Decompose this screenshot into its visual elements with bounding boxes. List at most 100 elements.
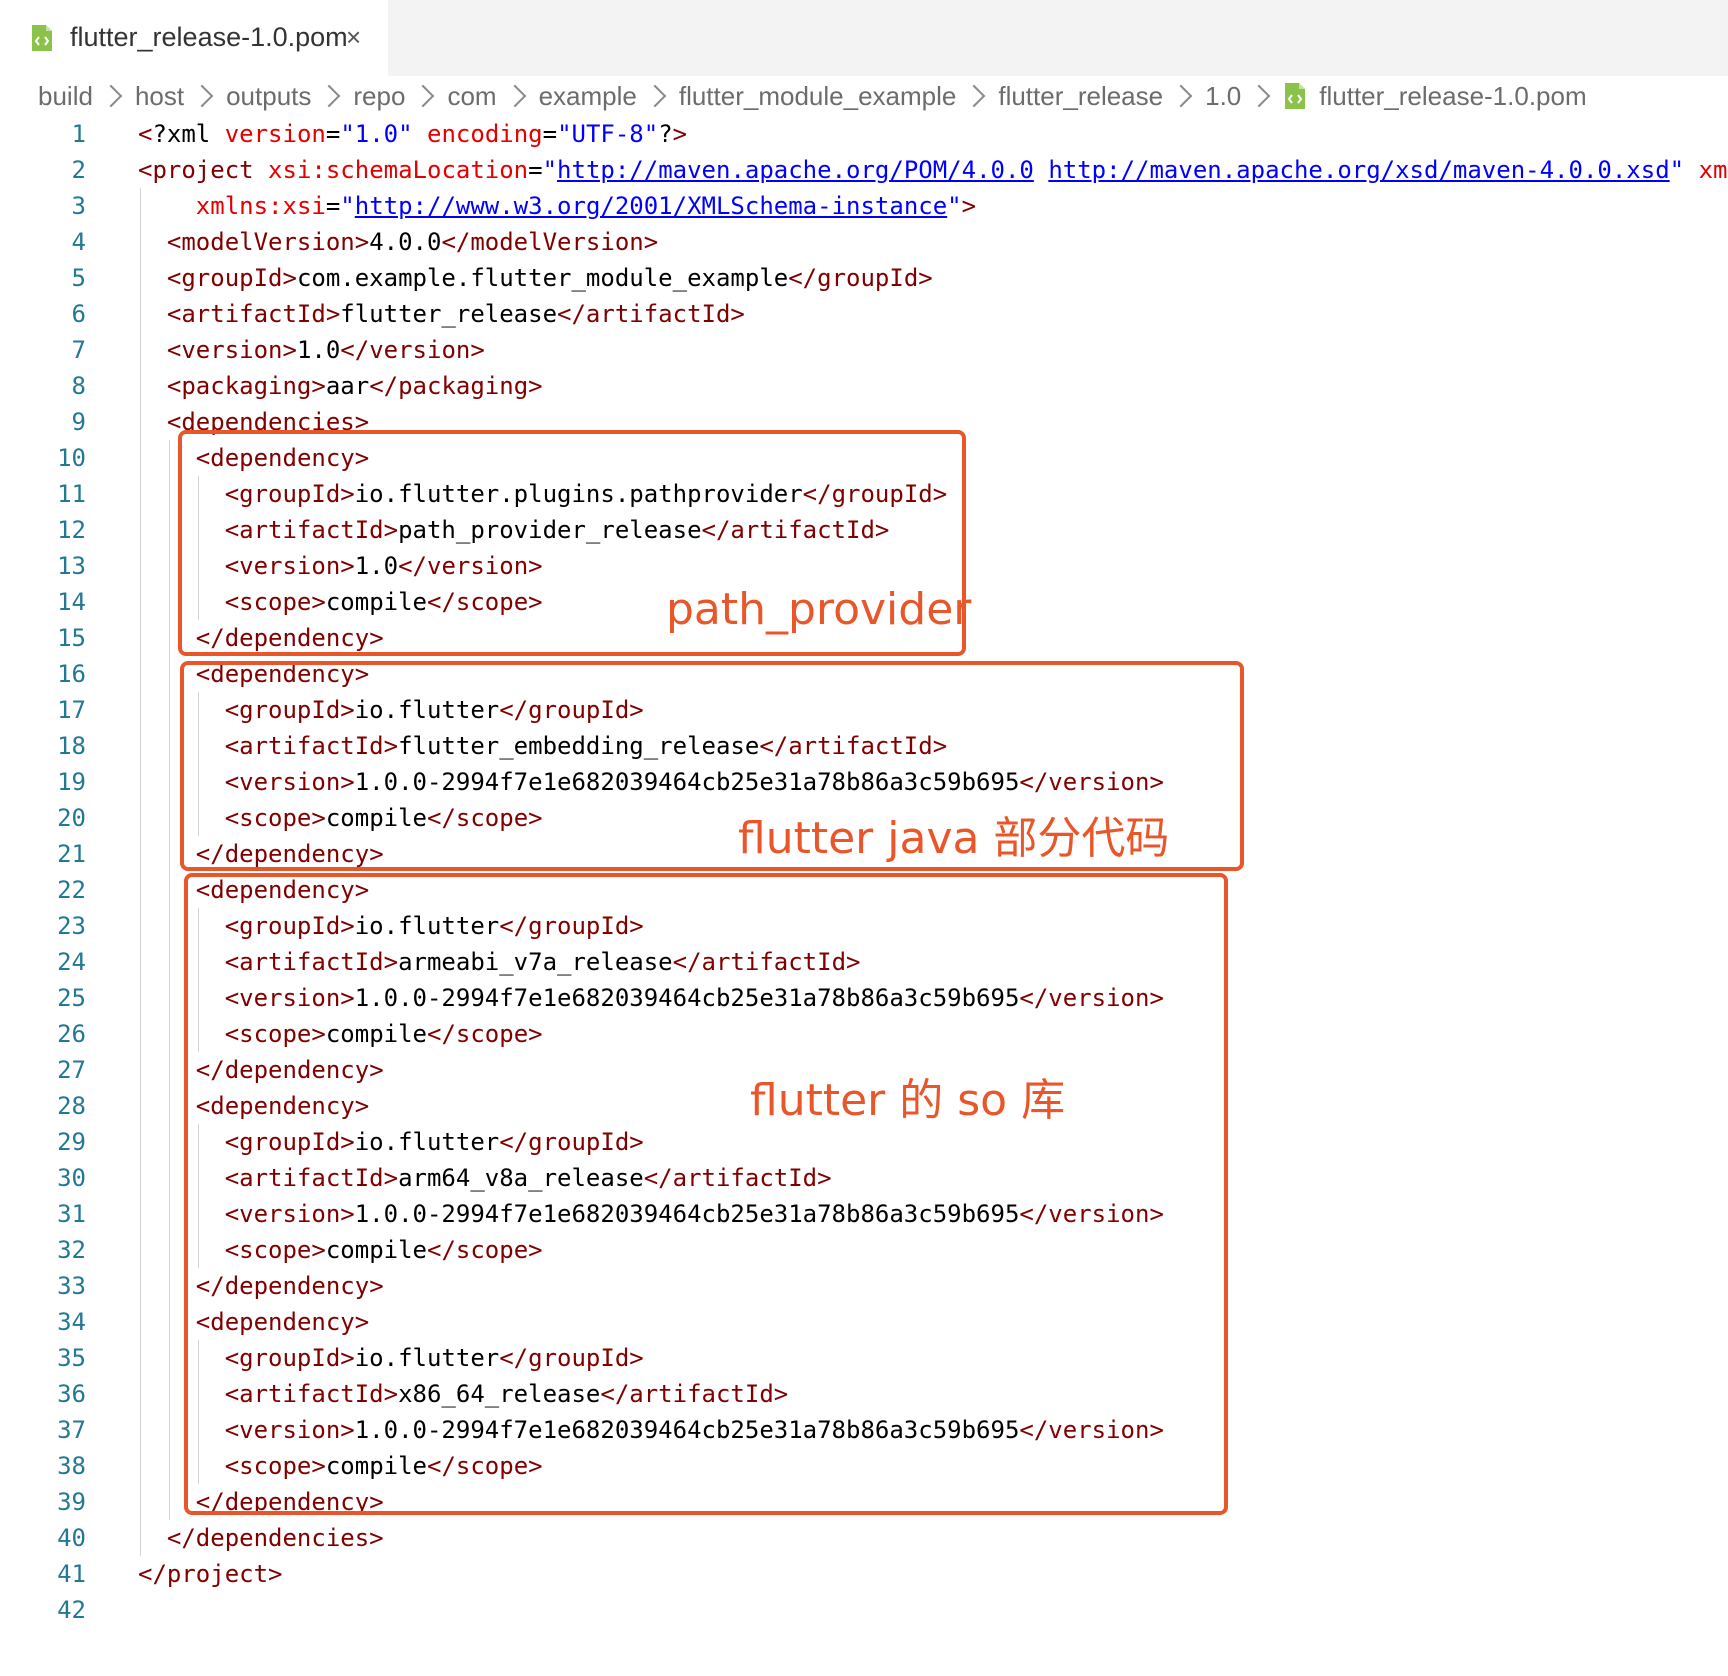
- code-line[interactable]: 6 <artifactId>flutter_release</artifactId…: [0, 296, 1728, 332]
- code-token[interactable]: http://www.w3.org/2001/XMLSchema-instanc…: [355, 192, 947, 220]
- code-token: >: [961, 192, 977, 220]
- code-token: <: [138, 120, 153, 148]
- code-token: 4.0.0: [369, 228, 442, 256]
- code-token: =: [542, 120, 558, 148]
- code-text: <packaging>aar</packaging>: [167, 368, 543, 404]
- code-text: <artifactId>flutter_release</artifactId>: [167, 296, 745, 332]
- xml-file-icon: [32, 25, 52, 51]
- editor-tab[interactable]: flutter_release-1.0.pom ×: [0, 0, 388, 76]
- code-token: <packaging>: [166, 372, 326, 400]
- indent-guide: [168, 1412, 170, 1448]
- indent-guide: [168, 476, 170, 512]
- line-number: 6: [71, 300, 86, 328]
- breadcrumb-item[interactable]: com: [447, 81, 496, 112]
- line-number: 33: [57, 1272, 86, 1300]
- annotation-label-flutter-java: flutter java 部分代码: [738, 813, 1170, 864]
- code-token: "UTF-8": [557, 120, 659, 148]
- code-line[interactable]: 3 xmlns:xsi="http://www.w3.org/2001/XMLS…: [0, 188, 1728, 224]
- indent-guide: [140, 728, 141, 764]
- line-number: 34: [57, 1308, 86, 1336]
- code-token: </project>: [138, 1560, 283, 1588]
- indent-guide: [140, 944, 141, 980]
- code-token[interactable]: http://maven.apache.org/xsd/maven-4.0.0.…: [1048, 156, 1669, 184]
- line-number: 29: [57, 1128, 86, 1156]
- chevron-right-icon: [190, 84, 214, 108]
- line-number: 31: [57, 1200, 86, 1228]
- code-token: aar: [325, 372, 370, 400]
- code-line[interactable]: 2 <project xsi:schemaLocation="http://mav…: [0, 152, 1728, 188]
- line-number: 41: [57, 1560, 86, 1588]
- indent-guide: [140, 1016, 141, 1052]
- indent-guide: [140, 1196, 141, 1232]
- code-token: ": [340, 192, 355, 220]
- indent-guide: [140, 1124, 141, 1160]
- indent-guide: [140, 188, 141, 224]
- indent-guide: [168, 1232, 170, 1268]
- code-line[interactable]: 7 <version>1.0</version>: [0, 332, 1728, 368]
- code-token: ?xml: [152, 120, 225, 148]
- indent-guide: [140, 836, 141, 872]
- code-line[interactable]: 4 <modelVersion>4.0.0</modelVersion>: [0, 224, 1728, 260]
- code-token[interactable]: http://maven.apache.org/POM/4.0.0: [557, 156, 1034, 184]
- breadcrumb-item-file[interactable]: flutter_release-1.0.pom: [1319, 81, 1586, 112]
- line-number: 4: [71, 228, 86, 256]
- indent-guide: [140, 1052, 141, 1088]
- code-line[interactable]: 5 <groupId>com.example.flutter_module_exa…: [0, 260, 1728, 296]
- breadcrumb-item[interactable]: build: [38, 81, 93, 112]
- breadcrumb-item[interactable]: outputs: [226, 81, 311, 112]
- line-number: 1: [71, 120, 86, 148]
- code-token: ": [542, 156, 558, 184]
- breadcrumb-item[interactable]: repo: [353, 81, 405, 112]
- line-number: 9: [71, 408, 86, 436]
- code-token: <project: [138, 156, 269, 184]
- close-icon[interactable]: ×: [346, 22, 361, 53]
- chevron-right-icon: [412, 84, 435, 108]
- indent-guide: [140, 764, 141, 800]
- line-number: 19: [57, 768, 86, 796]
- code-token: =: [325, 120, 341, 148]
- code-line[interactable]: 40 </dependencies>: [0, 1520, 1728, 1556]
- line-number: 30: [57, 1164, 86, 1192]
- indent-guide: [140, 440, 141, 476]
- breadcrumb-item[interactable]: example: [539, 81, 637, 112]
- breadcrumb: build host outputs repo com example flut…: [38, 78, 1587, 114]
- line-number: 23: [57, 912, 86, 940]
- indent-guide: [168, 872, 170, 908]
- code-token: 1.0: [296, 336, 341, 364]
- code-token: ": [947, 192, 962, 220]
- code-line[interactable]: 42: [0, 1592, 1728, 1628]
- indent-guide: [140, 1412, 141, 1448]
- indent-guide: [140, 692, 141, 728]
- indent-guide: [140, 1448, 141, 1484]
- indent-guide: [168, 1088, 170, 1124]
- code-line[interactable]: 41 </project>: [0, 1556, 1728, 1592]
- line-number: 17: [57, 696, 86, 724]
- line-number: 42: [57, 1596, 86, 1624]
- indent-guide: [140, 1088, 141, 1124]
- tab-title: flutter_release-1.0.pom: [70, 22, 348, 52]
- code-line[interactable]: 1 <?xml version="1.0" encoding="UTF-8"?>: [0, 116, 1728, 152]
- breadcrumb-item[interactable]: 1.0: [1205, 81, 1241, 112]
- line-number: 16: [57, 660, 86, 688]
- code-token: ?: [658, 120, 673, 148]
- xml-file-icon: [1285, 83, 1306, 109]
- code-text: <?xml version="1.0" encoding="UTF-8"?>: [138, 116, 687, 152]
- line-number: 26: [57, 1020, 86, 1048]
- line-number: 38: [57, 1452, 86, 1480]
- line-number: 27: [57, 1056, 86, 1084]
- indent-guide: [140, 224, 141, 260]
- indent-guide: [140, 476, 141, 512]
- indent-guide: [140, 1520, 141, 1556]
- code-text: <groupId>com.example.flutter_module_exam…: [167, 260, 933, 296]
- code-line[interactable]: 8 <packaging>aar</packaging>: [0, 368, 1728, 404]
- chevron-right-icon: [1169, 84, 1193, 108]
- indent-guide: [168, 548, 170, 584]
- breadcrumb-item[interactable]: host: [135, 81, 184, 112]
- code-token: <version>: [166, 336, 297, 364]
- line-number: 32: [57, 1236, 86, 1264]
- breadcrumb-item[interactable]: flutter_release: [998, 81, 1163, 112]
- line-number: 12: [57, 516, 86, 544]
- code-text: </project>: [138, 1556, 283, 1592]
- breadcrumb-item[interactable]: flutter_module_example: [679, 81, 957, 112]
